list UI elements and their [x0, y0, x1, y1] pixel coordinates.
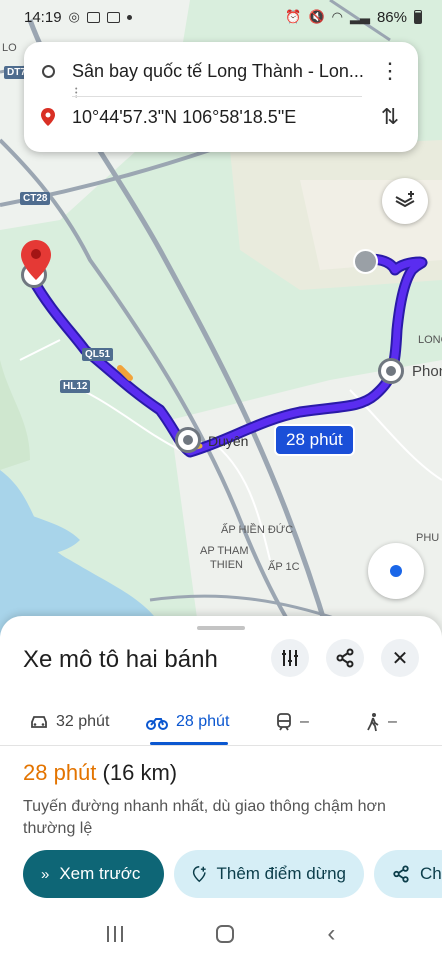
origin-circle-icon [41, 64, 55, 78]
add-location-icon [192, 866, 206, 883]
tab-transit[interactable]: – [276, 698, 309, 746]
close-button[interactable]: ✕ [381, 639, 419, 677]
layers-icon [395, 191, 415, 208]
map-label-phon: Phon [412, 363, 442, 380]
route-card: Sân bay quốc tế Long Thành - Lon... ⋮ • •… [24, 42, 418, 152]
route-time-bubble[interactable]: 28 phút [274, 424, 355, 456]
map-label-ap-1c: ẤP 1C [268, 561, 300, 573]
road-shield-hl12: HL12 [60, 380, 91, 393]
map-label-duyen: Duyên [208, 433, 249, 449]
route-description: Tuyến đường nhanh nhất, dù giao thông ch… [23, 798, 386, 837]
tab-transit-label: – [300, 713, 309, 730]
status-bar: 14:19 ◎ ⏰ 🔇 ◠ ▂▃ 86% [0, 0, 442, 34]
my-location-icon [390, 565, 402, 577]
wifi-icon: ◠ [331, 9, 343, 24]
route-summary: 28 phút (16 km) [23, 760, 177, 786]
tab-walk[interactable]: – [366, 698, 397, 746]
route-options-button[interactable] [271, 639, 309, 677]
route-distance: (16 km) [102, 760, 178, 785]
notification-dot-icon [126, 14, 132, 20]
tune-icon [282, 650, 298, 666]
stop-marker-phon[interactable] [378, 358, 404, 384]
share-route-label: Chi [420, 864, 442, 883]
map-label-thien: THIEN [210, 559, 243, 571]
sheet-drag-handle[interactable] [197, 626, 245, 630]
close-icon: ✕ [391, 647, 409, 670]
recent-apps-button[interactable] [106, 926, 123, 942]
battery-icon [414, 10, 422, 24]
route-duration: 28 phút [23, 760, 97, 785]
share-button[interactable] [326, 639, 364, 677]
route-dots-icon: • • • [75, 86, 78, 101]
signal-icon: ▂▃ [349, 9, 370, 24]
android-nav-bar: ‹ [0, 908, 442, 960]
road-shield-ct28: CT28 [20, 192, 51, 205]
preview-label: Xem trước [59, 864, 141, 883]
road-shield-ql51: QL51 [82, 348, 114, 361]
tab-car-label: 32 phút [56, 713, 110, 730]
active-tab-indicator [150, 742, 228, 745]
origin-row[interactable]: Sân bay quốc tế Long Thành - Lon... ⋮ [24, 56, 418, 86]
destination-row[interactable]: 10°44'57.3"N 106°58'18.5"E ⇅ [24, 102, 418, 132]
layers-button[interactable] [382, 178, 428, 224]
destination-pin-icon [21, 240, 51, 280]
map-label-ap-hien-duc: ẤP HIỀN ĐỨC [221, 524, 294, 536]
share-icon [336, 648, 354, 668]
transit-icon [277, 713, 291, 731]
map-label-long: LONG [418, 334, 442, 346]
mute-icon: 🔇 [308, 9, 325, 24]
origin-waypoint[interactable] [353, 249, 378, 274]
tab-motorbike[interactable]: 28 phút [146, 698, 229, 746]
tab-motorbike-label: 28 phút [176, 713, 230, 730]
gallery-icon [86, 11, 100, 23]
route-divider [72, 96, 362, 97]
map-label-ap-tham: AP THAM [200, 545, 249, 557]
tab-car[interactable]: 32 phút [30, 698, 109, 746]
preview-button[interactable]: » Xem trước [23, 850, 164, 898]
swap-icon[interactable]: ⇅ [374, 104, 406, 130]
walk-icon [367, 713, 379, 732]
back-button[interactable]: ‹ [327, 920, 335, 948]
motorbike-icon [146, 718, 168, 730]
action-chips: » Xem trước Thêm điểm dừng Chi [0, 850, 442, 900]
double-chevron-icon: » [41, 865, 50, 883]
zalo-icon [106, 11, 120, 23]
home-button[interactable] [215, 925, 234, 943]
status-time: 14:19 [24, 8, 62, 26]
destination-input[interactable]: 10°44'57.3"N 106°58'18.5"E [72, 107, 368, 128]
map-label-lo: LO [2, 42, 17, 54]
add-stop-label: Thêm điểm dừng [216, 864, 347, 883]
map-label-phu: PHU [416, 532, 440, 544]
car-icon [31, 716, 47, 728]
my-location-button[interactable] [368, 543, 424, 599]
share-route-button[interactable]: Chi [374, 850, 442, 898]
share-route-icon [393, 865, 409, 883]
travel-mode-title: Xe mô tô hai bánh [23, 646, 218, 673]
travel-mode-tabs: 32 phút 28 phút – – [0, 698, 442, 746]
messenger-icon: ◎ [68, 9, 80, 24]
tab-walk-label: – [388, 713, 397, 730]
stop-marker-duyen[interactable] [175, 427, 201, 453]
battery-percent: 86% [376, 8, 407, 26]
alarm-icon: ⏰ [285, 9, 302, 24]
more-options-icon[interactable]: ⋮ [374, 58, 406, 84]
origin-input[interactable]: Sân bay quốc tế Long Thành - Lon... [72, 61, 368, 82]
destination-small-pin-icon [41, 108, 55, 126]
add-stop-button[interactable]: Thêm điểm dừng [174, 850, 364, 898]
